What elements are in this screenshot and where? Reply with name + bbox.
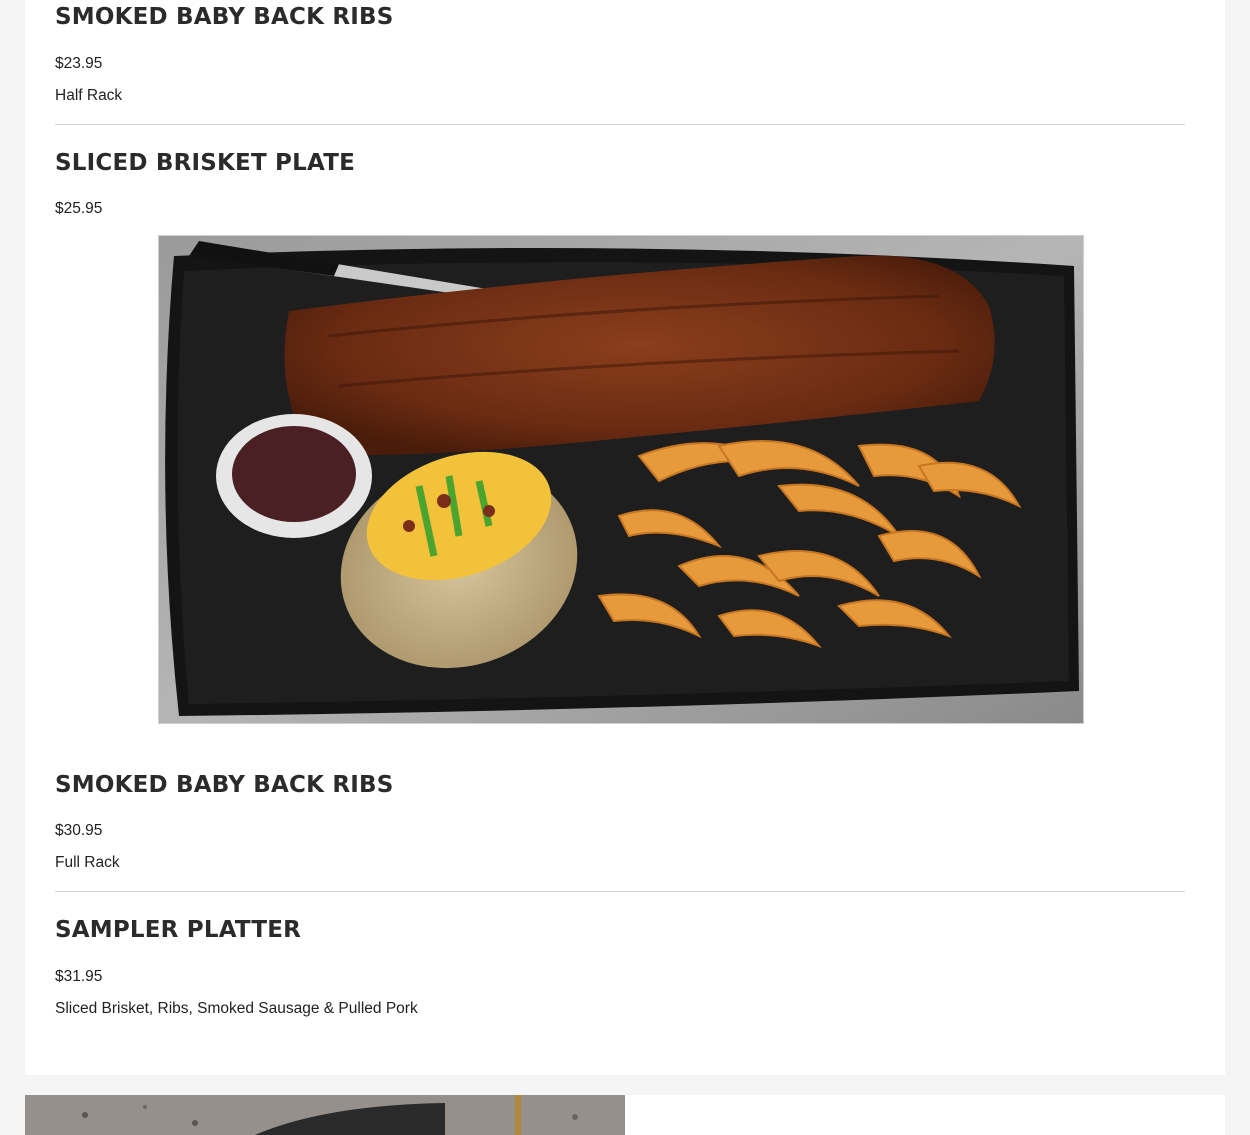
menu-item-price: $23.95 — [55, 55, 103, 72]
menu-item-price: $30.95 — [55, 822, 103, 839]
next-item-card — [625, 1095, 1225, 1135]
menu-item-title: SLICED BRISKET PLATE — [55, 150, 355, 176]
menu-item-description: Full Rack — [55, 854, 120, 871]
menu-item-title: SAMPLER PLATTER — [55, 917, 302, 943]
menu-item-description: Half Rack — [55, 87, 123, 104]
menu-item-price: $31.95 — [55, 968, 103, 985]
ribs-plate-photo — [158, 235, 1084, 724]
menu-item-description: Sliced Brisket, Ribs, Smoked Sausage & P… — [55, 1000, 418, 1017]
menu-divider — [55, 891, 1185, 892]
menu-item-title: SMOKED BABY BACK RIBS — [55, 4, 394, 30]
menu-item-price: $25.95 — [55, 200, 103, 217]
menu-item-title: SMOKED BABY BACK RIBS — [55, 772, 394, 798]
menu-divider — [55, 124, 1185, 125]
next-item-photo — [25, 1095, 625, 1135]
